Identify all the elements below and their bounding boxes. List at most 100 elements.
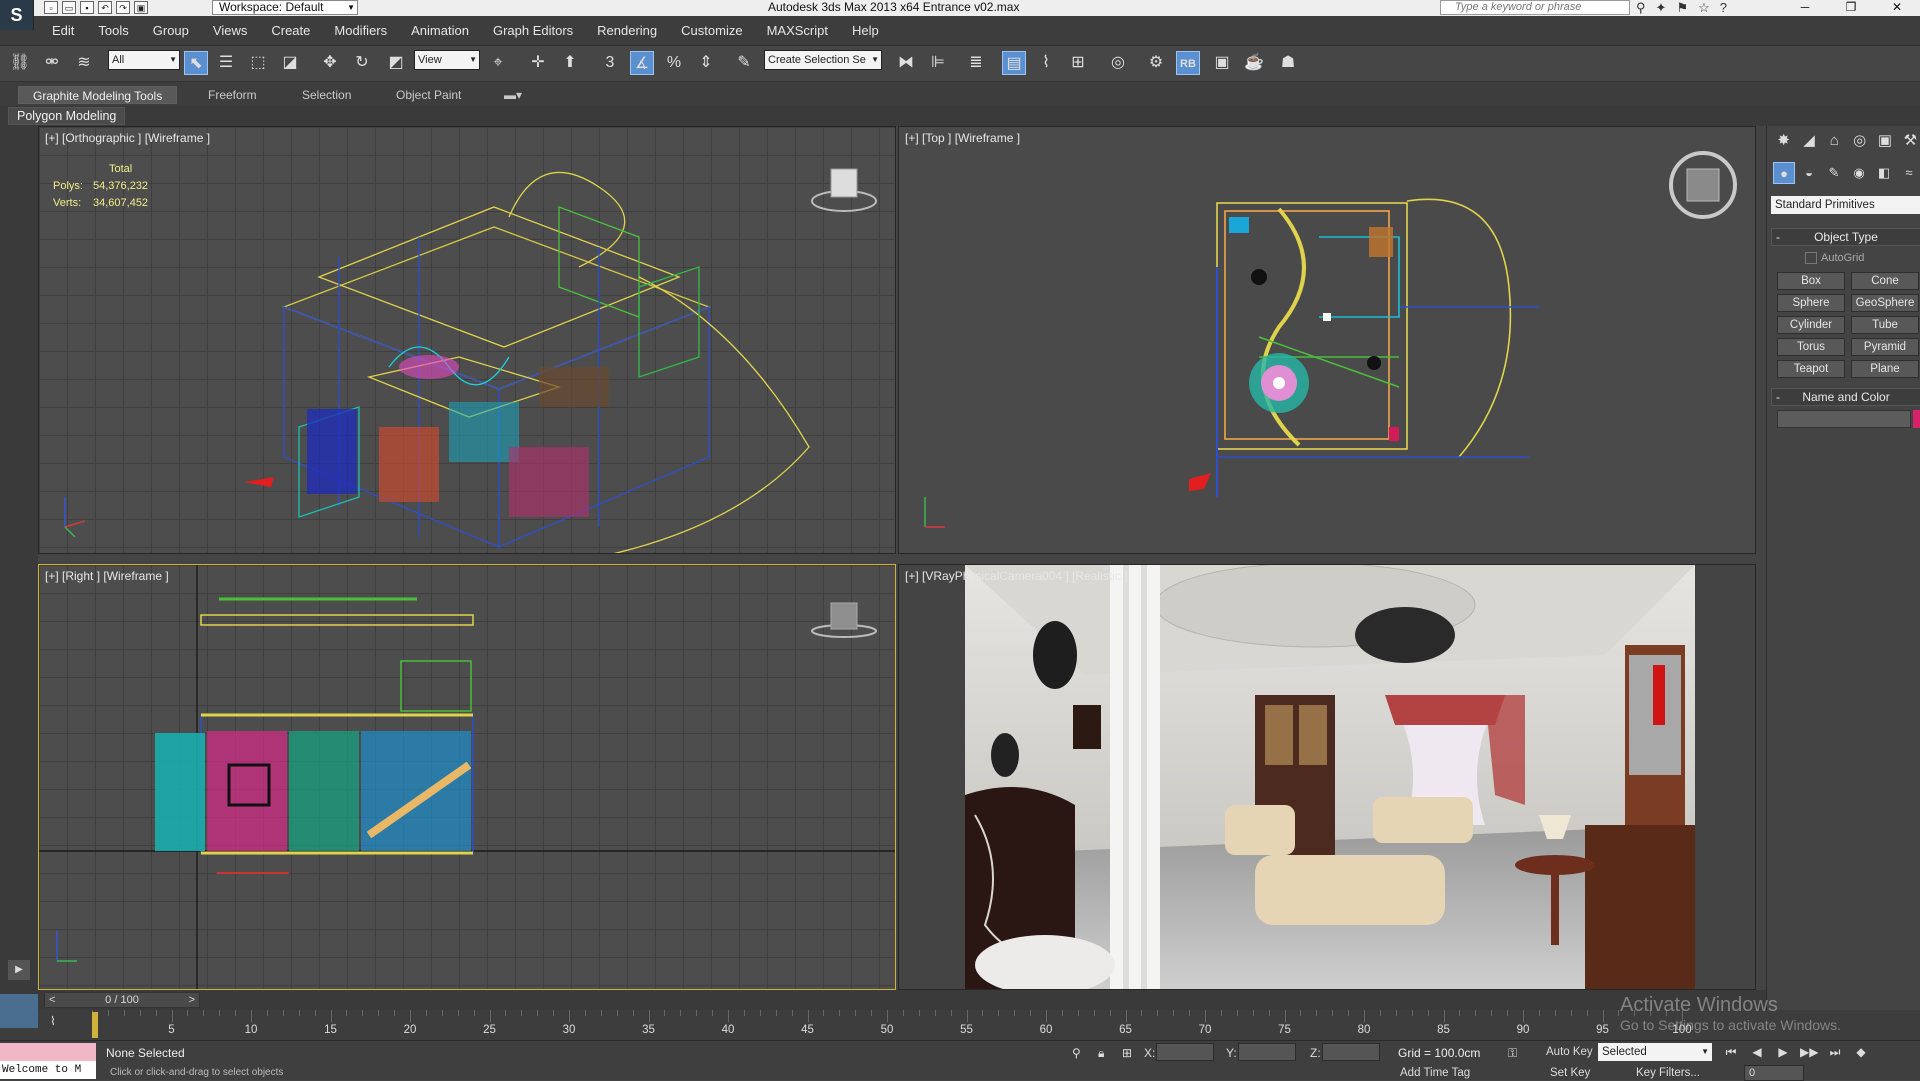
chevron-left-icon[interactable]: < [49,993,55,1007]
viewport-orthographic[interactable]: [+] [Orthographic ] [Wireframe ] Total P… [38,126,896,554]
menu-help[interactable]: Help [852,16,879,38]
edit-named-selection-icon[interactable]: ✎ [732,51,756,75]
viewcube-icon[interactable] [809,595,879,645]
set-key-button[interactable]: Set Key [1550,1067,1590,1079]
current-frame-input[interactable]: 0 [1744,1065,1804,1081]
previous-frame-icon[interactable]: ◀ [1748,1043,1766,1061]
menu-edit[interactable]: Edit [52,16,74,38]
menu-graph-editors[interactable]: Graph Editors [493,16,573,38]
angle-snap-icon[interactable]: ∡ [630,51,654,75]
reference-coordinate-dropdown[interactable]: View ▼ [414,50,480,70]
minimize-icon[interactable]: ─ [1782,0,1828,15]
chevron-right-icon[interactable]: > [189,993,195,1007]
select-object-icon[interactable]: ⬉ [184,51,208,75]
selection-filter-dropdown[interactable]: All ▼ [108,50,180,70]
communication-icon[interactable]: ⚑ [1676,0,1688,15]
track-ruler[interactable]: 5 10 15 20 25 30 35 40 45 50 55 60 65 70 75 80 85 90 95 100 [92,1010,1766,1040]
pivot-center-icon[interactable]: ⌖ [486,51,510,75]
autogrid-checkbox[interactable]: AutoGrid [1805,252,1864,265]
key-icon[interactable]: ⚿ [1508,1046,1517,1061]
key-mode-icon[interactable]: ◆ [1852,1043,1870,1061]
mirror-icon[interactable]: ⧓ [894,51,918,75]
rendered-frame-window-icon[interactable]: ▣ [1210,51,1234,75]
ribbon-options-icon[interactable]: ▬▾ [504,86,522,104]
keyboard-shortcut-toggle-icon[interactable]: ⬆ [558,51,582,75]
key-filters-button[interactable]: Key Filters... [1636,1067,1700,1079]
x-coordinate-input[interactable] [1156,1043,1214,1061]
go-to-end-icon[interactable]: ⏭ [1826,1043,1844,1061]
tab-object-paint[interactable]: Object Paint [396,86,461,104]
tab-selection[interactable]: Selection [302,86,351,104]
viewport-label-orthographic[interactable]: [+] [Orthographic ] [Wireframe ] [45,131,210,145]
spacewarps-icon[interactable]: ≈ [1898,162,1920,184]
shapes-icon[interactable]: ◒ [1798,162,1820,184]
help-icon[interactable]: ? [1720,0,1727,15]
primitive-type-dropdown[interactable]: Standard Primitives [1771,196,1920,214]
bind-spacewarp-icon[interactable]: ≋ [72,51,96,75]
snaps-toggle-icon[interactable]: 3 [598,51,622,75]
next-frame-icon[interactable]: ▶▶ [1800,1043,1818,1061]
viewport-top[interactable]: [+] [Top ] [Wireframe ] [898,126,1756,554]
percent-snap-icon[interactable]: % [662,51,686,75]
add-time-tag-button[interactable]: Add Time Tag [1400,1067,1470,1079]
align-icon[interactable]: ⊫ [926,51,950,75]
save-icon[interactable]: ▪ [80,1,94,14]
viewcube-icon[interactable] [809,157,879,213]
schematic-view-icon[interactable]: ⊞ [1066,51,1090,75]
lights-icon[interactable]: ✎ [1823,162,1845,184]
search-input[interactable]: Type a keyword or phrase [1440,0,1630,15]
object-color-swatch[interactable] [1913,410,1920,428]
rotate-icon[interactable]: ↻ [350,51,374,75]
expand-layout-icon[interactable]: ▶ [8,960,30,980]
hierarchy-tab-icon[interactable]: ⌂ [1824,130,1845,152]
project-folder-icon[interactable]: ▣ [134,1,148,14]
sphere-button[interactable]: Sphere [1777,294,1845,312]
curve-editor-icon[interactable]: ⌇ [1034,51,1058,75]
subscription-icon[interactable]: ✦ [1656,0,1667,15]
menu-group[interactable]: Group [153,16,189,38]
object-name-input[interactable] [1777,410,1911,428]
menu-maxscript[interactable]: MAXScript [767,16,828,38]
create-tab-icon[interactable]: ✸ [1773,130,1794,152]
object-type-rollout[interactable]: - Object Type [1771,228,1920,246]
viewport-layout-icon[interactable] [0,994,38,1028]
tab-graphite-modeling-tools[interactable]: Graphite Modeling Tools [18,86,178,104]
spinner-snap-icon[interactable]: ⇕ [694,51,718,75]
utilities-tab-icon[interactable]: ⚒ [1900,130,1920,152]
rb-render-button[interactable]: RB [1176,51,1200,75]
z-coordinate-input[interactable] [1322,1043,1380,1061]
open-file-icon[interactable]: ▭ [62,1,76,14]
redo-icon[interactable]: ↷ [116,1,130,14]
menu-create[interactable]: Create [271,16,310,38]
lock-selection-icon[interactable]: 🔒︎ [1098,1046,1104,1061]
pyramid-button[interactable]: Pyramid [1851,338,1919,356]
app-logo-button[interactable]: S [0,0,34,30]
time-slider[interactable]: < 0 / 100 > [44,992,200,1008]
torus-button[interactable]: Torus [1777,338,1845,356]
play-icon[interactable]: ▶ [1774,1043,1792,1061]
favorites-star-icon[interactable]: ☆ [1698,0,1710,15]
render-production-icon[interactable]: ☕ [1242,51,1266,75]
window-crossing-icon[interactable]: ◪ [278,51,302,75]
select-by-name-icon[interactable]: ☰ [214,51,238,75]
render-iterative-icon[interactable]: ☗ [1276,51,1300,75]
viewport-camera[interactable]: [+] [VRayPhysicalCamera004 ] [Realistic … [898,564,1756,990]
y-coordinate-input[interactable] [1238,1043,1296,1061]
listener-output-line[interactable]: Welcome to M [0,1061,96,1079]
modify-tab-icon[interactable]: ◢ [1798,130,1819,152]
link-icon[interactable]: ⛓ [8,51,32,75]
viewport-label-right[interactable]: [+] [Right ] [Wireframe ] [45,569,169,583]
viewcube-icon[interactable] [1667,149,1739,221]
scale-icon[interactable]: ◩ [384,51,408,75]
key-selection-dropdown[interactable]: Selected ▼ [1598,1043,1712,1061]
viewport-right[interactable]: [+] [Right ] [Wireframe ] [38,564,896,990]
new-file-icon[interactable]: ▫ [44,1,58,14]
absolute-mode-icon[interactable]: ⊞ [1122,1046,1132,1060]
menu-views[interactable]: Views [213,16,247,38]
unlink-icon[interactable]: ⚮ [40,51,64,75]
menu-tools[interactable]: Tools [98,16,128,38]
teapot-button[interactable]: Teapot [1777,360,1845,378]
auto-key-button[interactable]: Auto Key [1546,1046,1593,1058]
helpers-icon[interactable]: ◧ [1873,162,1895,184]
tab-freeform[interactable]: Freeform [208,86,257,104]
